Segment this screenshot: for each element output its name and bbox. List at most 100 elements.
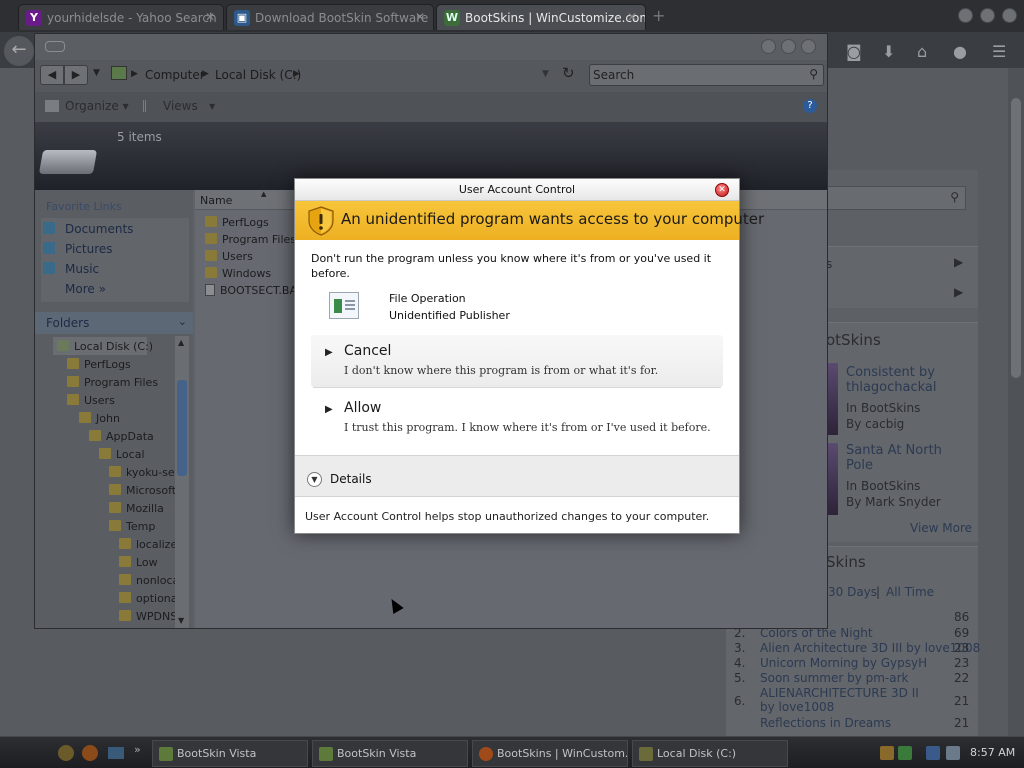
chevron-right-icon[interactable]: ▶ xyxy=(954,285,963,299)
tree-item[interactable]: optional xyxy=(119,592,181,605)
firefox-icon[interactable] xyxy=(82,745,98,761)
menu-icon[interactable]: ☰ xyxy=(992,42,1006,61)
tree-item[interactable]: Local Disk (C:) xyxy=(57,340,153,353)
tree-item[interactable]: John xyxy=(79,412,120,425)
tree-item[interactable]: PerfLogs xyxy=(67,358,131,371)
list-item[interactable]: Reflections in Dreams 21 xyxy=(734,716,978,731)
scrollbar-thumb[interactable] xyxy=(1011,98,1021,378)
close-tab-icon[interactable]: ✕ xyxy=(627,10,637,24)
tree-item[interactable]: Mozilla xyxy=(109,502,164,515)
close-window-icon[interactable] xyxy=(1002,8,1017,23)
tree-scrollbar[interactable]: ▲ ▼ xyxy=(175,336,189,628)
volume-icon[interactable] xyxy=(946,746,960,760)
breadcrumb-arrow-icon[interactable]: ▶ xyxy=(202,69,209,79)
chevron-down-icon[interactable]: ▼ xyxy=(307,472,322,487)
scroll-down-icon[interactable]: ▼ xyxy=(178,616,184,625)
search-input[interactable]: Search ⚲ xyxy=(589,64,824,86)
list-item[interactable]: 4. Unicorn Morning by GypsyH 23 xyxy=(734,656,978,671)
list-item[interactable]: 6. ALIENARCHITECTURE 3D II by love1008 21 xyxy=(734,686,978,716)
start-orb-icon[interactable] xyxy=(58,745,74,761)
file-item[interactable]: PerfLogs xyxy=(205,216,269,229)
view-more-link[interactable]: View More xyxy=(910,521,972,535)
desktop-icon[interactable] xyxy=(108,747,124,759)
maximize-icon[interactable] xyxy=(781,39,796,54)
pocket-icon[interactable]: ◙ xyxy=(846,42,862,61)
back-icon[interactable]: ← xyxy=(4,36,34,66)
file-item[interactable]: Windows xyxy=(205,267,271,280)
column-name[interactable]: Name xyxy=(200,194,232,207)
tree-item[interactable]: nonloca xyxy=(119,574,179,587)
refresh-icon[interactable]: ↻ xyxy=(562,64,575,82)
back-icon[interactable]: ◀ xyxy=(40,65,64,85)
tab-wincustomize[interactable]: W BootSkins | WinCustomize.com ✕ xyxy=(436,4,646,30)
tab-download-bootskin[interactable]: ▣ Download BootSkin Software ✕ xyxy=(226,4,434,30)
nav-music[interactable]: Music xyxy=(65,262,99,276)
nav-more[interactable]: More » xyxy=(65,282,106,296)
help-icon[interactable]: ? xyxy=(803,99,817,113)
skin-title[interactable]: Santa At North Pole xyxy=(846,443,946,473)
organize-button[interactable]: Organize ▾ xyxy=(65,99,129,113)
tree-item[interactable]: AppData xyxy=(89,430,154,443)
tree-item[interactable]: Users xyxy=(67,394,115,407)
tree-item[interactable]: Local xyxy=(99,448,145,461)
skin-title[interactable]: Consistent by thlagochackal xyxy=(846,365,946,395)
home-icon[interactable]: ⌂ xyxy=(917,42,927,61)
nav-pictures[interactable]: Pictures xyxy=(65,242,113,256)
close-tab-icon[interactable]: ✕ xyxy=(415,10,425,24)
chevron-right-icon[interactable]: ▶ xyxy=(954,255,963,269)
network-icon[interactable] xyxy=(926,746,940,760)
filter-30-days[interactable]: 30 Days xyxy=(828,585,877,599)
taskbar-item[interactable]: BootSkins | WinCustom... xyxy=(472,740,628,767)
taskbar-item[interactable]: BootSkin Vista xyxy=(152,740,308,767)
scrollbar-thumb[interactable] xyxy=(177,380,187,476)
close-window-icon[interactable] xyxy=(801,39,816,54)
download-icon[interactable]: ⬇ xyxy=(882,42,895,61)
tree-item[interactable]: Program Files xyxy=(67,376,158,389)
details-toggle[interactable]: Details xyxy=(330,472,372,486)
window-menu-icon[interactable] xyxy=(45,41,65,52)
cancel-option-desc: I don't know where this program is from … xyxy=(344,364,659,377)
new-tab-icon[interactable]: + xyxy=(652,6,665,25)
file-item[interactable]: Program Files xyxy=(205,233,296,246)
close-icon[interactable]: ✕ xyxy=(715,183,729,197)
search-icon: ⚲ xyxy=(950,190,959,204)
page-scrollbar[interactable] xyxy=(1008,68,1024,736)
clock[interactable]: 8:57 AM xyxy=(970,746,1015,759)
address-dropdown-icon[interactable]: ▼ xyxy=(542,69,549,79)
minimize-icon[interactable] xyxy=(958,8,973,23)
tree-item[interactable]: Temp xyxy=(109,520,155,533)
nav-documents[interactable]: Documents xyxy=(65,222,133,236)
tree-item[interactable]: Microsoft xyxy=(109,484,176,497)
breadcrumb-computer[interactable]: Computer xyxy=(145,68,205,82)
breadcrumb-arrow-icon[interactable]: ▶ xyxy=(293,69,300,79)
breadcrumb-arrow-icon[interactable]: ▶ xyxy=(131,69,138,79)
file-item[interactable]: Users xyxy=(205,250,253,263)
file-item[interactable]: BOOTSECT.BAK xyxy=(205,284,304,297)
allow-option[interactable]: ▶ Allow I trust this program. I know whe… xyxy=(311,392,723,444)
tray-icon[interactable] xyxy=(898,746,912,760)
close-tab-icon[interactable]: ✕ xyxy=(205,10,215,24)
forward-icon[interactable]: ▶ xyxy=(64,65,88,85)
maximize-icon[interactable] xyxy=(980,8,995,23)
list-item[interactable]: 5. Soon summer by pm-ark 22 xyxy=(734,671,978,686)
taskbar-item[interactable]: BootSkin Vista xyxy=(312,740,468,767)
tray-icon[interactable] xyxy=(880,746,894,760)
views-button[interactable]: Views ▾ xyxy=(163,99,215,113)
taskbar-item[interactable]: Local Disk (C:) xyxy=(632,740,788,767)
scroll-up-icon[interactable]: ▲ xyxy=(178,338,184,347)
cancel-option[interactable]: ▶ Cancel I don't know where this program… xyxy=(311,335,723,387)
filter-all-time[interactable]: All Time xyxy=(886,585,934,599)
tab-yahoo-search[interactable]: Y yourhidelsde - Yahoo Search ✕ xyxy=(18,4,224,30)
breadcrumb-local-disk[interactable]: Local Disk (C:) xyxy=(215,68,301,82)
history-dropdown-icon[interactable]: ▼ xyxy=(93,68,100,78)
explorer-address-bar: ◀ ▶ ▼ ▶ Computer ▶ Local Disk (C:) ▶ ▼ ↻… xyxy=(35,60,827,92)
sort-arrow-icon: ▲ xyxy=(261,190,267,198)
chat-icon[interactable]: ● xyxy=(953,42,967,61)
folders-header[interactable]: Folders ⌄ xyxy=(35,312,193,334)
overflow-icon[interactable]: » xyxy=(134,743,141,756)
minimize-icon[interactable] xyxy=(761,39,776,54)
list-item[interactable]: 3. Alien Architecture 3D III by love1008 2… xyxy=(734,641,980,656)
web-search-box[interactable]: ⚲ xyxy=(826,186,966,210)
tree-item[interactable]: Low xyxy=(119,556,158,569)
tree-item[interactable]: kyoku-ser xyxy=(109,466,179,479)
